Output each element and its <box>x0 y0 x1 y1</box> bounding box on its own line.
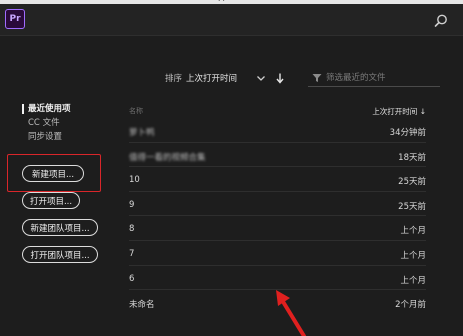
open-team-project-button[interactable]: 打开团队项目... <box>22 246 98 263</box>
nav-item-sync-settings[interactable]: 同步设置 <box>22 130 71 144</box>
left-nav: 最近使用项 CC 文件 同步设置 <box>22 102 71 144</box>
top-bar: Pr <box>0 4 463 36</box>
column-header-name[interactable]: 名称 <box>129 106 143 116</box>
table-row[interactable]: 值得一看的视频合集 18天前 <box>129 143 426 168</box>
file-time: 25天前 <box>398 201 426 212</box>
nav-item-recent[interactable]: 最近使用项 <box>22 102 71 116</box>
file-time: 上个月 <box>400 275 426 286</box>
chevron-down-icon[interactable] <box>255 72 267 84</box>
file-name: 8 <box>129 224 135 235</box>
file-time: 18天前 <box>398 152 426 163</box>
sort-label: 排序 <box>165 74 183 84</box>
table-row[interactable]: 9 25天前 <box>129 192 426 217</box>
file-time: 25天前 <box>398 177 426 188</box>
file-name: 9 <box>129 199 135 210</box>
file-name: 6 <box>129 273 135 284</box>
table-header: 名称 上次打开时间 ↓ <box>129 104 426 118</box>
search-icon[interactable] <box>433 13 449 29</box>
arrow-down-icon: ↓ <box>419 107 426 116</box>
filter-input[interactable] <box>326 70 436 86</box>
filter-field <box>308 69 440 87</box>
file-time: 34分钟前 <box>389 128 426 138</box>
red-arrow-annotation <box>276 290 306 336</box>
nav-item-cc-files[interactable]: CC 文件 <box>22 116 71 130</box>
table-row[interactable]: 8 上个月 <box>129 216 426 241</box>
file-name: 未命名 <box>129 300 155 311</box>
table-row[interactable]: 10 25天前 <box>129 167 426 192</box>
recent-files-table: 名称 上次打开时间 ↓ 萝卜鸭 34分钟前 值得一看的视频合集 18天前 10 … <box>129 104 426 315</box>
column-header-time-label: 上次打开时间 <box>372 107 418 116</box>
sort-dropdown[interactable]: 上次打开时间 <box>186 72 237 84</box>
file-time: 上个月 <box>400 226 426 237</box>
file-time: 2个月前 <box>395 300 426 311</box>
file-time: 上个月 <box>400 250 426 261</box>
file-name: 值得一看的视频合集 <box>129 152 206 163</box>
window-title: Pr <box>218 0 226 3</box>
app-logo: Pr <box>5 9 25 29</box>
table-row[interactable]: 萝卜鸭 34分钟前 <box>129 118 426 143</box>
table-row[interactable]: 7 上个月 <box>129 241 426 266</box>
new-team-project-button[interactable]: 新建团队项目... <box>22 219 98 236</box>
arrow-down-icon[interactable] <box>274 72 286 84</box>
file-name: 7 <box>129 248 135 259</box>
sort-bar: 排序 上次打开时间 <box>0 69 463 87</box>
file-name: 10 <box>129 175 140 186</box>
file-name: 萝卜鸭 <box>129 128 155 138</box>
filter-icon <box>312 73 322 83</box>
column-header-time[interactable]: 上次打开时间 ↓ <box>372 106 426 117</box>
open-project-button[interactable]: 打开项目... <box>22 192 80 209</box>
new-project-button[interactable]: 新建项目... <box>22 165 84 182</box>
